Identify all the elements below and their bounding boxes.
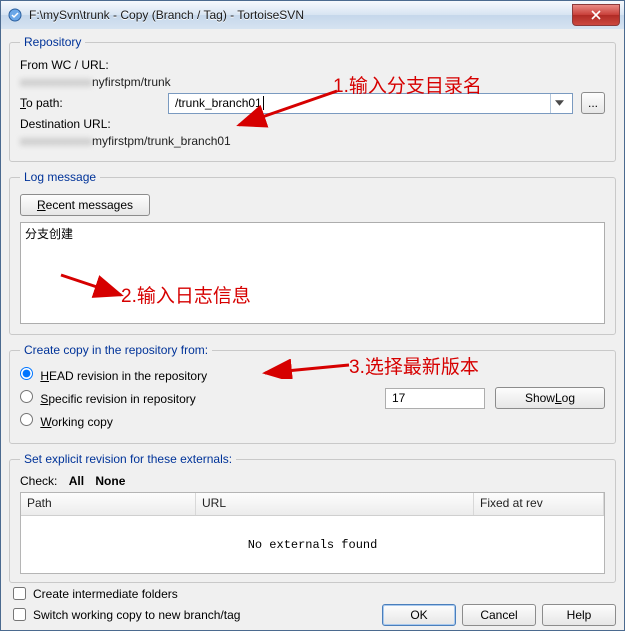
working-copy-radio[interactable]: Working copy bbox=[20, 413, 113, 429]
window-title: F:\mySvn\trunk - Copy (Branch / Tag) - T… bbox=[29, 8, 572, 22]
cancel-button[interactable]: Cancel bbox=[462, 604, 536, 626]
externals-table: Path URL Fixed at rev No externals found bbox=[20, 492, 605, 574]
from-wc-label: From WC / URL: bbox=[20, 58, 160, 72]
repository-group: Repository From WC / URL: xxxxxxxxxxxxny… bbox=[9, 35, 616, 162]
from-wc-value: xxxxxxxxxxxxnyfirstpm/trunk bbox=[20, 75, 605, 89]
externals-check-toolbar: Check: All None bbox=[20, 474, 605, 488]
working-copy-radio-input[interactable] bbox=[20, 413, 33, 426]
log-message-legend: Log message bbox=[20, 170, 100, 184]
bottom-bar: Create intermediate folders Switch worki… bbox=[9, 582, 616, 626]
create-copy-legend: Create copy in the repository from: bbox=[20, 343, 212, 357]
dialog-window: F:\mySvn\trunk - Copy (Branch / Tag) - T… bbox=[0, 0, 625, 631]
browse-button[interactable]: ... bbox=[581, 92, 605, 114]
show-log-button[interactable]: Show Log bbox=[495, 387, 605, 409]
recent-messages-button[interactable]: Recent messages bbox=[20, 194, 150, 216]
app-icon bbox=[7, 7, 23, 23]
to-path-dropdown-icon[interactable] bbox=[550, 94, 568, 113]
col-fixed[interactable]: Fixed at rev bbox=[474, 493, 604, 515]
externals-check-none[interactable]: None bbox=[95, 474, 125, 488]
externals-group: Set explicit revision for these external… bbox=[9, 452, 616, 583]
externals-table-header: Path URL Fixed at rev bbox=[21, 493, 604, 516]
switch-wc-label: Switch working copy to new branch/tag bbox=[33, 608, 240, 622]
text-caret bbox=[263, 96, 264, 110]
to-path-label: To path: bbox=[20, 96, 160, 110]
to-path-input[interactable]: /trunk_branch01 bbox=[168, 93, 573, 114]
externals-check-all[interactable]: All bbox=[69, 474, 84, 488]
specific-revision-radio-input[interactable] bbox=[20, 390, 33, 403]
destination-url-value: xxxxxxxxxxxxmyfirstpm/trunk_branch01 bbox=[20, 134, 605, 148]
col-url[interactable]: URL bbox=[196, 493, 474, 515]
repository-legend: Repository bbox=[20, 35, 85, 49]
titlebar[interactable]: F:\mySvn\trunk - Copy (Branch / Tag) - T… bbox=[1, 1, 624, 30]
close-button[interactable] bbox=[572, 4, 620, 26]
destination-url-label: Destination URL: bbox=[20, 117, 160, 131]
create-intermediate-checkbox[interactable] bbox=[13, 587, 26, 600]
help-button[interactable]: Help bbox=[542, 604, 616, 626]
externals-empty-text: No externals found bbox=[21, 516, 604, 573]
to-path-combo[interactable]: /trunk_branch01 bbox=[168, 93, 573, 114]
switch-wc-checkbox[interactable] bbox=[13, 608, 26, 621]
client-area: Repository From WC / URL: xxxxxxxxxxxxny… bbox=[1, 29, 624, 630]
revision-number-input[interactable] bbox=[385, 388, 485, 409]
create-copy-group: Create copy in the repository from: HEAD… bbox=[9, 343, 616, 444]
create-intermediate-label: Create intermediate folders bbox=[33, 587, 178, 601]
col-path[interactable]: Path bbox=[21, 493, 196, 515]
head-revision-radio[interactable]: HEAD revision in the repository bbox=[20, 367, 207, 383]
externals-legend: Set explicit revision for these external… bbox=[20, 452, 236, 466]
specific-revision-radio[interactable]: Specific revision in repository bbox=[20, 390, 196, 406]
ok-button[interactable]: OK bbox=[382, 604, 456, 626]
log-message-textarea[interactable]: 分支创建 bbox=[20, 222, 605, 324]
log-message-group: Log message Recent messages 分支创建 bbox=[9, 170, 616, 335]
head-revision-radio-input[interactable] bbox=[20, 367, 33, 380]
